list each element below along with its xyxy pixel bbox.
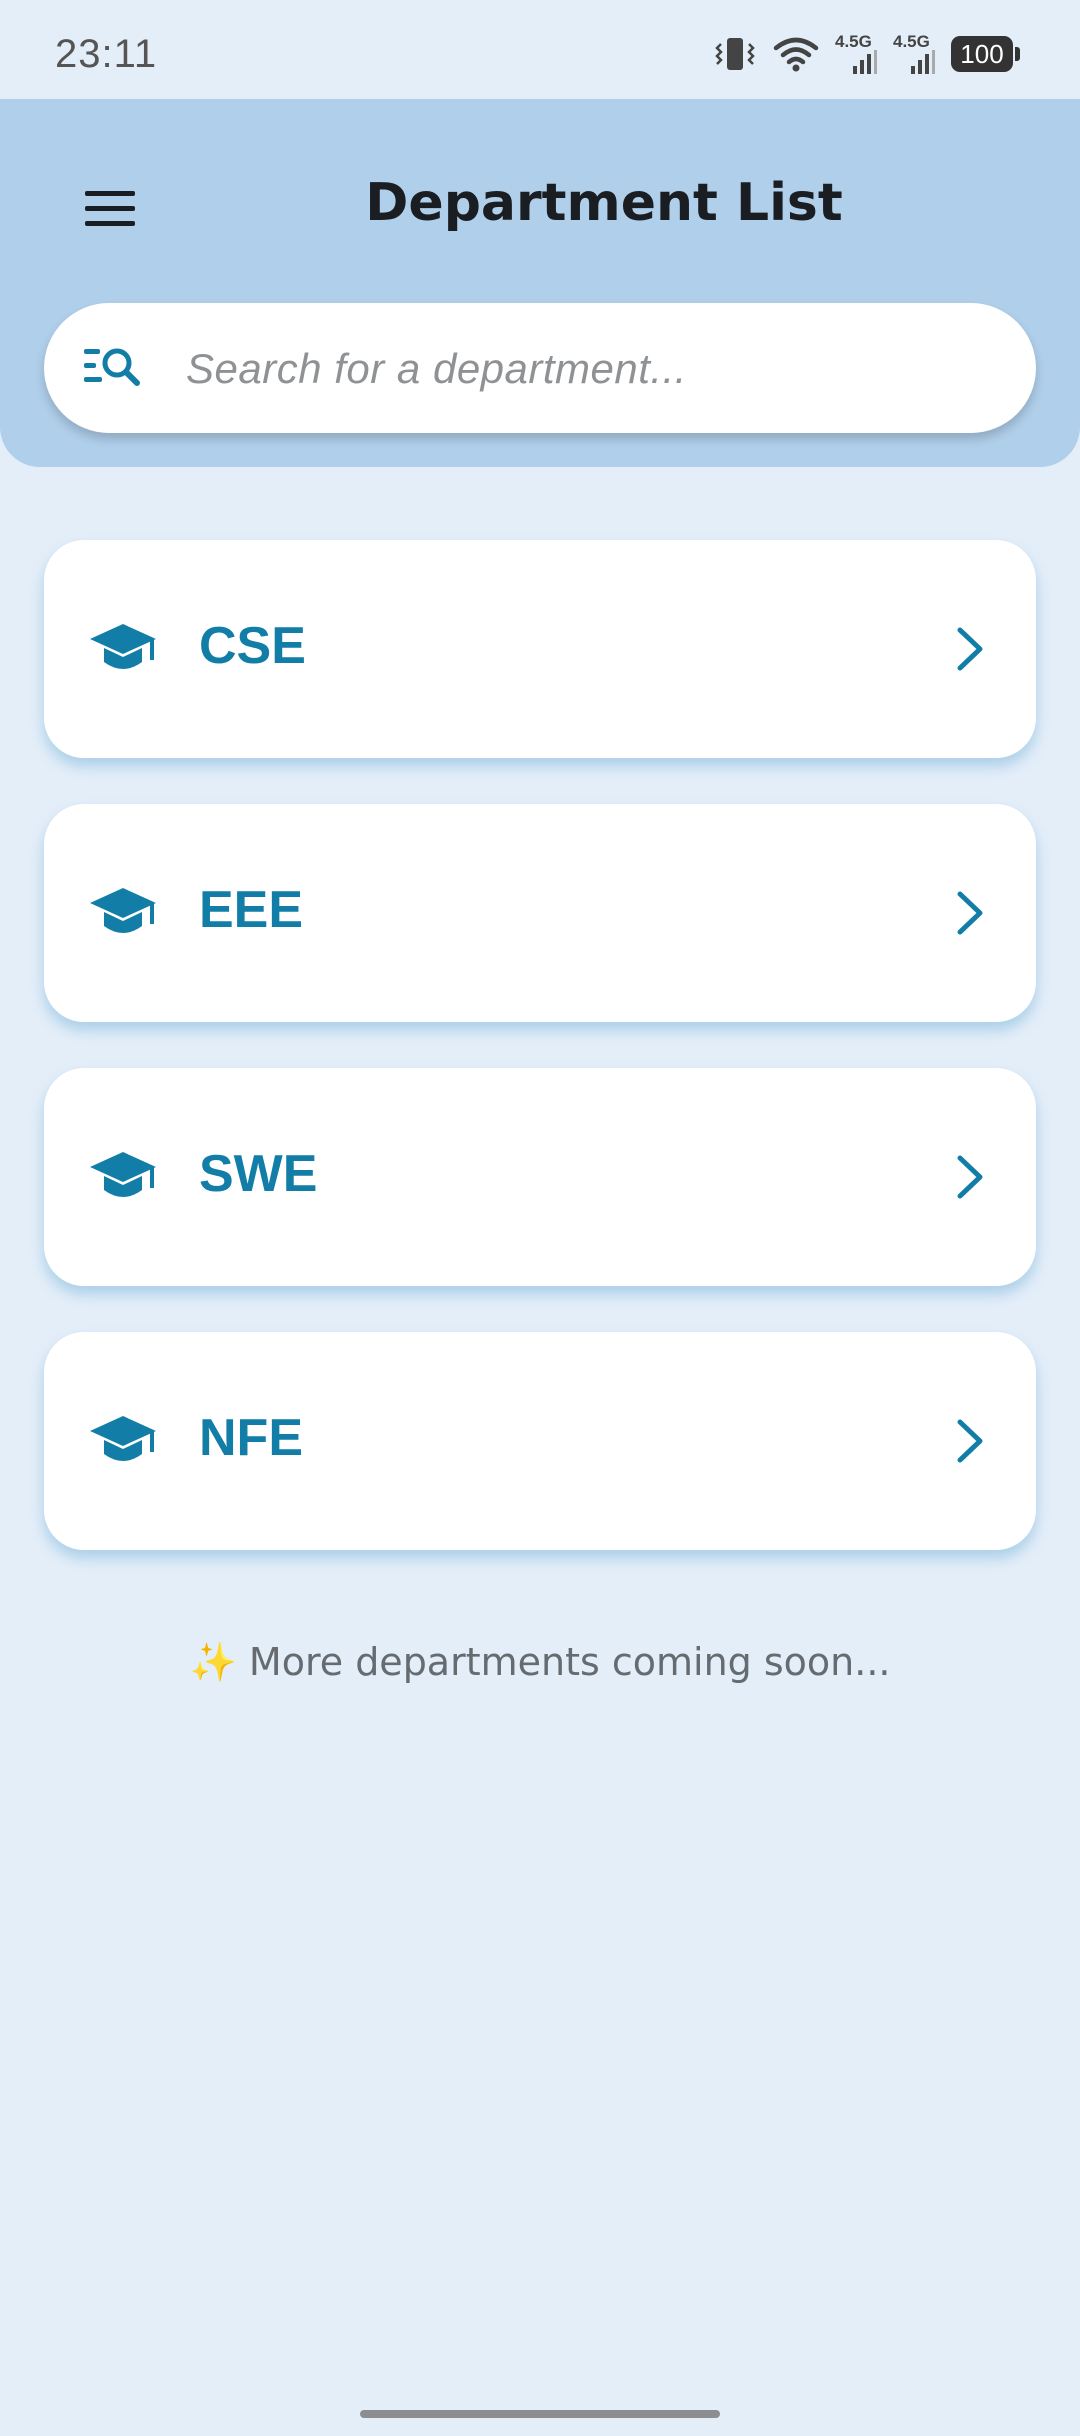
- signal-icon: [911, 50, 935, 74]
- department-card-cse[interactable]: CSE: [44, 540, 1036, 758]
- department-card-nfe[interactable]: NFE: [44, 1332, 1036, 1550]
- chevron-right-icon: [957, 627, 983, 671]
- department-label: CSE: [199, 617, 306, 675]
- chevron-right-icon: [957, 1419, 983, 1463]
- status-bar: 23:11 4.5G 4.5G 100: [0, 0, 1080, 100]
- vibrate-icon: [715, 38, 755, 70]
- graduation-cap-icon: [90, 1416, 156, 1461]
- graduation-cap-icon: [90, 888, 156, 933]
- signal-2: 4.5G: [893, 32, 935, 74]
- graduation-cap-icon: [90, 624, 156, 669]
- search-bar[interactable]: [44, 303, 1036, 435]
- network-type-2: 4.5G: [893, 32, 930, 51]
- wifi-icon: [773, 37, 819, 72]
- chevron-right-icon: [957, 891, 983, 935]
- department-label: SWE: [199, 1145, 318, 1203]
- sparkle-icon: ✨: [189, 1640, 237, 1684]
- signal-1: 4.5G: [835, 32, 877, 74]
- department-card-swe[interactable]: SWE: [44, 1068, 1036, 1286]
- status-time: 23:11: [55, 32, 158, 76]
- home-indicator[interactable]: [360, 2410, 720, 2418]
- more-coming-text: More departments coming soon...: [248, 1640, 891, 1684]
- search-list-icon: [84, 348, 140, 386]
- battery-level: 100: [951, 36, 1013, 72]
- network-type-1: 4.5G: [835, 32, 872, 51]
- page-title: Department List: [365, 173, 843, 233]
- search-input[interactable]: [184, 303, 1008, 435]
- status-icons: 4.5G 4.5G 100: [713, 32, 1020, 74]
- app-header: Department List: [0, 99, 1080, 467]
- department-card-eee[interactable]: EEE: [44, 804, 1036, 1022]
- chevron-right-icon: [957, 1155, 983, 1199]
- battery-tip: [1015, 47, 1020, 61]
- more-coming-note: ✨ More departments coming soon...: [0, 1640, 1080, 1685]
- department-label: EEE: [199, 881, 304, 939]
- department-label: NFE: [199, 1409, 303, 1467]
- battery-icon: 100: [951, 36, 1020, 72]
- signal-icon: [853, 50, 877, 74]
- graduation-cap-icon: [90, 1152, 156, 1197]
